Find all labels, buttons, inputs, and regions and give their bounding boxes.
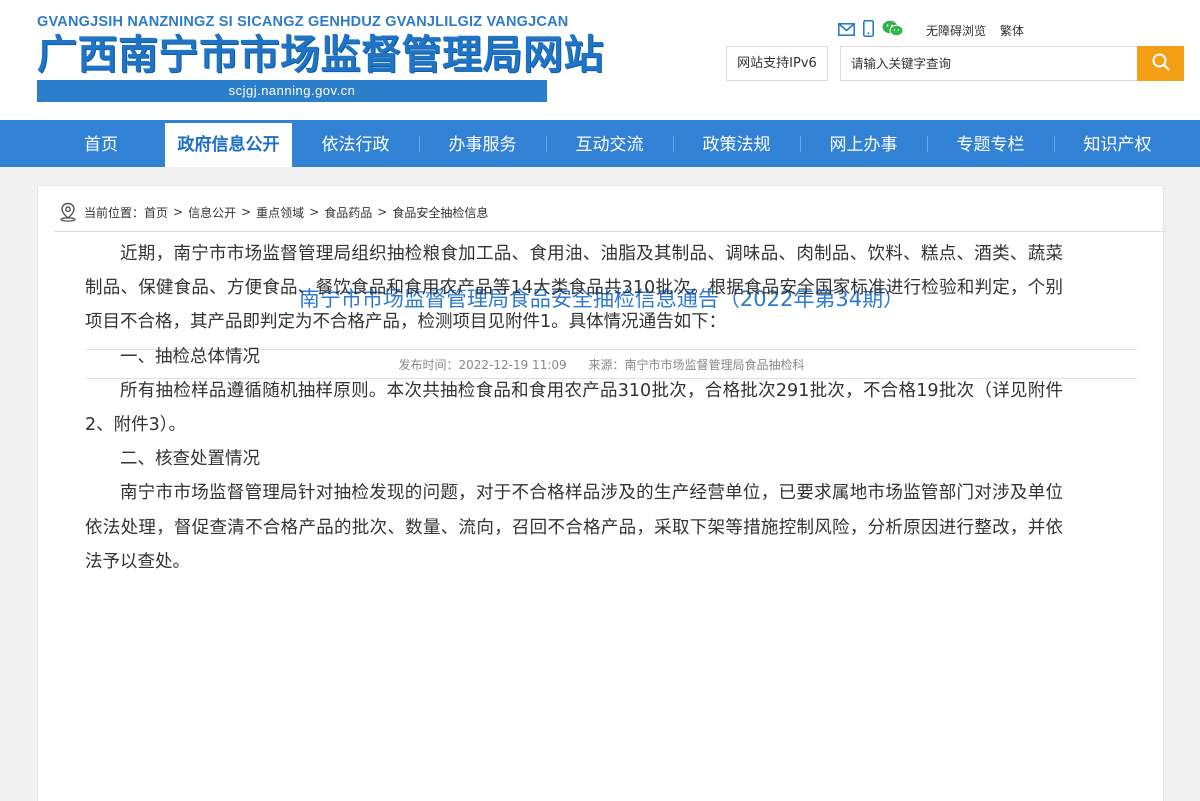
section-heading: 二、核查处置情况	[120, 449, 260, 470]
site-header: GVANGJSIH NANZNINGZ SI SICANGZ GENHDUZ G…	[0, 0, 1200, 120]
article-body: 近期，南宁市市场监督管理局组织抽检粮食加工品、食用油、油脂及其制品、调味品、肉制…	[85, 237, 1063, 579]
main-nav: 首页 政府信息公开 依法行政 办事服务 互动交流 政策法规 网上办事 专题专栏 …	[0, 120, 1200, 167]
nav-ip[interactable]: 知识产权	[1054, 120, 1181, 167]
site-logo[interactable]: GVANGJSIH NANZNINGZ SI SICANGZ GENHDUZ G…	[37, 14, 604, 102]
logo-url: scjgj.nanning.gov.cn	[228, 83, 356, 98]
traditional-chinese-link[interactable]: 繁体	[1000, 22, 1024, 39]
breadcrumb-label: 当前位置：	[84, 205, 145, 220]
nav-law-admin[interactable]: 依法行政	[292, 120, 419, 167]
breadcrumb-food-inspection[interactable]: 食品安全抽检信息	[392, 204, 488, 221]
breadcrumb-food-drugs[interactable]: 食品药品	[324, 204, 372, 221]
breadcrumb-divider	[54, 231, 1165, 232]
nav-online-services[interactable]: 网上办事	[800, 120, 927, 167]
article-paragraph: 近期，南宁市市场监督管理局组织抽检粮食加工品、食用油、油脂及其制品、调味品、肉制…	[85, 244, 1063, 333]
nav-interaction[interactable]: 互动交流	[546, 120, 673, 167]
search-button[interactable]	[1137, 46, 1184, 81]
location-pin-icon	[58, 202, 78, 222]
breadcrumb-home[interactable]: 首页	[144, 204, 168, 221]
article-paragraph: 所有抽检样品遵循随机抽样原则。本次共抽检食品和食用农产品310批次，合格批次29…	[85, 380, 1063, 436]
mobile-icon[interactable]	[863, 19, 874, 41]
section-heading: 一、抽检总体情况	[120, 346, 260, 367]
breadcrumb-separator: >	[309, 205, 320, 219]
nav-special-topics[interactable]: 专题专栏	[927, 120, 1054, 167]
breadcrumb-key-areas[interactable]: 重点领域	[256, 204, 304, 221]
nav-home[interactable]: 首页	[37, 120, 165, 167]
article-paragraph: 南宁市市场监督管理局针对抽检发现的问题，对于不合格样品涉及的生产经营单位，已要求…	[85, 483, 1063, 572]
ipv6-badge: 网站支持IPv6	[726, 46, 828, 81]
logo-pinyin: GVANGJSIH NANZNINGZ SI SICANGZ GENHDUZ G…	[37, 14, 569, 30]
breadcrumb-info-public[interactable]: 信息公开	[188, 204, 236, 221]
nav-policy[interactable]: 政策法规	[673, 120, 800, 167]
search-input[interactable]	[840, 46, 1138, 81]
logo-title: 广西南宁市市场监督管理局网站	[37, 32, 604, 78]
accessibility-link[interactable]: 无障碍浏览	[926, 22, 986, 39]
breadcrumb-separator: >	[173, 205, 184, 219]
breadcrumb-separator: >	[377, 205, 388, 219]
breadcrumb-separator: >	[241, 205, 252, 219]
search-icon	[1152, 53, 1170, 74]
breadcrumb: 当前位置： 首页 > 信息公开 > 重点领域 > 食品药品 > 食品安全抽检信息	[58, 201, 488, 223]
top-links: 无障碍浏览 繁体	[838, 19, 1024, 41]
nav-services[interactable]: 办事服务	[419, 120, 546, 167]
mail-icon[interactable]	[838, 21, 855, 40]
nav-gov-info[interactable]: 政府信息公开	[165, 123, 292, 167]
wechat-icon[interactable]	[882, 20, 904, 41]
